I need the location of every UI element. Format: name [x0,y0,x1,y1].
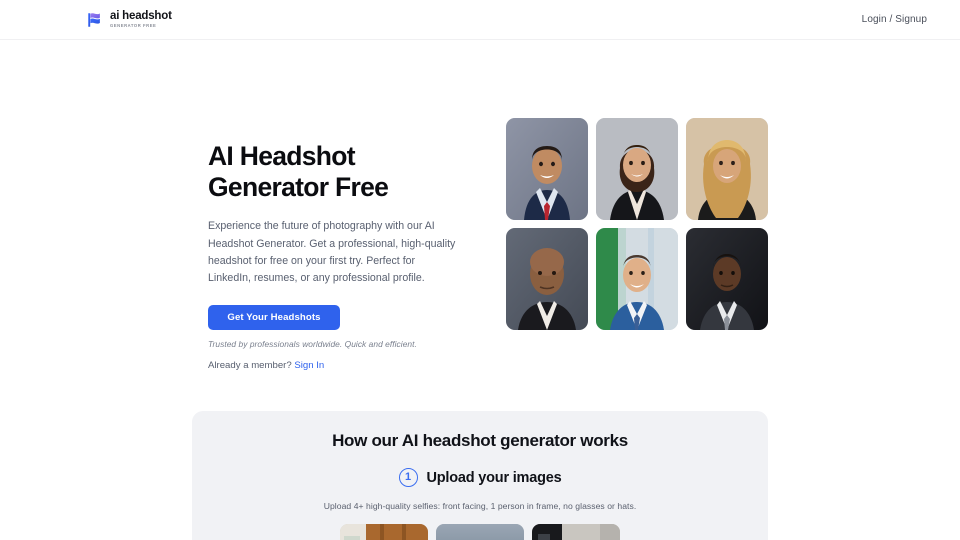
hero-description: Experience the future of photography wit… [208,220,456,284]
hero-section: AI Headshot Generator Free Experience th… [0,40,960,371]
headshot-card[interactable] [596,118,678,220]
selfie-image-1 [340,524,428,540]
headshot-card[interactable] [686,228,768,330]
headshot-card[interactable] [596,228,678,330]
login-signup-link[interactable]: Login / Signup [862,14,927,25]
headshot-image-5 [596,228,678,330]
brand-text: ai headshot GENERATOR FREE [110,9,172,29]
headshot-image-1 [506,118,588,220]
brand-logo[interactable]: ai headshot GENERATOR FREE [86,9,172,29]
headshot-image-6 [686,228,768,330]
headshot-gallery [506,118,768,330]
brand-name: ai headshot [110,9,172,22]
selfie-image-3 [532,524,620,540]
step-title: Upload your images [426,469,562,486]
selfie-card[interactable] [436,524,524,540]
step-caption: Upload 4+ high-quality selfies: front fa… [323,501,637,512]
section-title: How our AI headshot generator works [332,431,628,451]
site-header: ai headshot GENERATOR FREE Login / Signu… [0,0,960,40]
hero-copy: AI Headshot Generator Free Experience th… [208,118,458,371]
page-title: AI Headshot Generator Free [208,141,389,202]
selfie-examples [192,524,768,540]
trust-note: Trusted by professionals worldwide. Quic… [208,339,417,350]
headshot-image-2 [596,118,678,220]
headshot-image-4 [506,228,588,330]
step-header: 1 Upload your images [192,468,768,488]
selfie-card[interactable] [532,524,620,540]
wave-flag-icon [88,12,100,27]
headshot-card[interactable] [506,118,588,220]
member-prompt-line: Already a member? Sign In [208,360,458,371]
get-your-headshots-button[interactable]: Get Your Headshots [208,305,340,331]
selfie-image-2 [436,524,524,540]
selfie-card[interactable] [340,524,428,540]
how-it-works-section: How our AI headshot generator works 1 Up… [192,411,768,540]
member-prompt-text: Already a member? [208,360,292,372]
headshot-card[interactable] [506,228,588,330]
headshot-card[interactable] [686,118,768,220]
brand-tagline: GENERATOR FREE [110,23,157,29]
sign-in-link[interactable]: Sign In [294,360,324,371]
headshot-image-3 [686,118,768,220]
step-number-badge: 1 [398,468,418,488]
